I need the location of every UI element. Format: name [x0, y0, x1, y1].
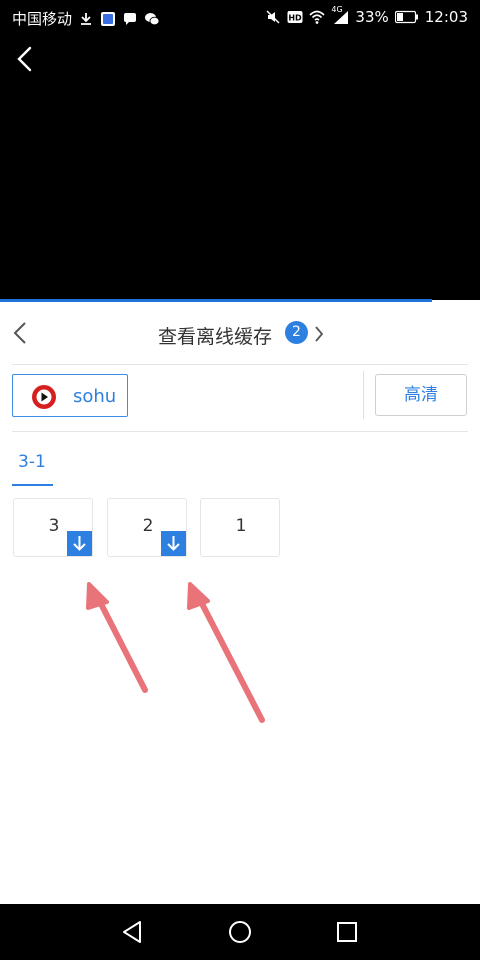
mute-icon	[266, 10, 280, 24]
download-icon	[81, 12, 92, 25]
chevron-right-icon[interactable]	[313, 324, 325, 344]
nav-home-icon[interactable]	[226, 918, 254, 946]
status-right: HD 4G 33% 12:03	[265, 5, 468, 26]
quality-button[interactable]: 高清	[375, 374, 467, 416]
nav-back-icon[interactable]	[119, 918, 147, 946]
video-player[interactable]: 中国移动 HD 4G 33% 12:03	[0, 0, 480, 300]
wechat-icon	[145, 12, 160, 25]
signal-icon: 4G	[331, 5, 349, 25]
battery-percent: 33%	[355, 8, 389, 26]
divider	[12, 431, 468, 432]
panel-header: 查看离线缓存 2	[0, 302, 480, 364]
nav-recents-icon[interactable]	[333, 918, 361, 946]
episode-tab-label: 3-1	[18, 452, 46, 472]
app-icon	[101, 11, 116, 26]
status-left: 中国移动	[12, 8, 160, 29]
episode-cell-1[interactable]: 1	[200, 498, 280, 557]
back-arrow-icon[interactable]	[12, 44, 40, 74]
chat-icon	[124, 12, 137, 25]
episode-number: 1	[235, 516, 247, 536]
status-bar: 中国移动 HD 4G 33% 12:03	[0, 0, 480, 34]
vertical-separator	[363, 371, 364, 419]
source-row: sohu 高清	[0, 365, 480, 431]
sohu-logo-icon	[32, 385, 56, 409]
tab-episode-range[interactable]: 3-1	[12, 446, 53, 486]
offline-cache-panel: 查看离线缓存 2 sohu 高清 3-1 3 2 1	[0, 302, 480, 904]
episode-cell-3[interactable]: 3	[13, 498, 93, 557]
panel-title[interactable]: 查看离线缓存	[158, 322, 272, 349]
cache-count-badge[interactable]: 2	[285, 321, 308, 344]
downloaded-icon	[67, 531, 92, 556]
source-label: sohu	[73, 386, 117, 407]
downloaded-icon	[161, 531, 186, 556]
system-nav-bar	[0, 904, 480, 960]
hd-icon: HD	[287, 11, 303, 23]
tab-underline	[12, 484, 53, 486]
source-chip-sohu[interactable]: sohu	[12, 374, 128, 417]
clock: 12:03	[424, 8, 468, 26]
panel-back-icon[interactable]	[10, 320, 32, 346]
episode-cell-2[interactable]: 2	[107, 498, 187, 557]
carrier-label: 中国移动	[12, 10, 73, 28]
wifi-icon	[309, 10, 325, 24]
battery-icon	[394, 10, 418, 24]
hd-label: HD	[289, 14, 303, 23]
